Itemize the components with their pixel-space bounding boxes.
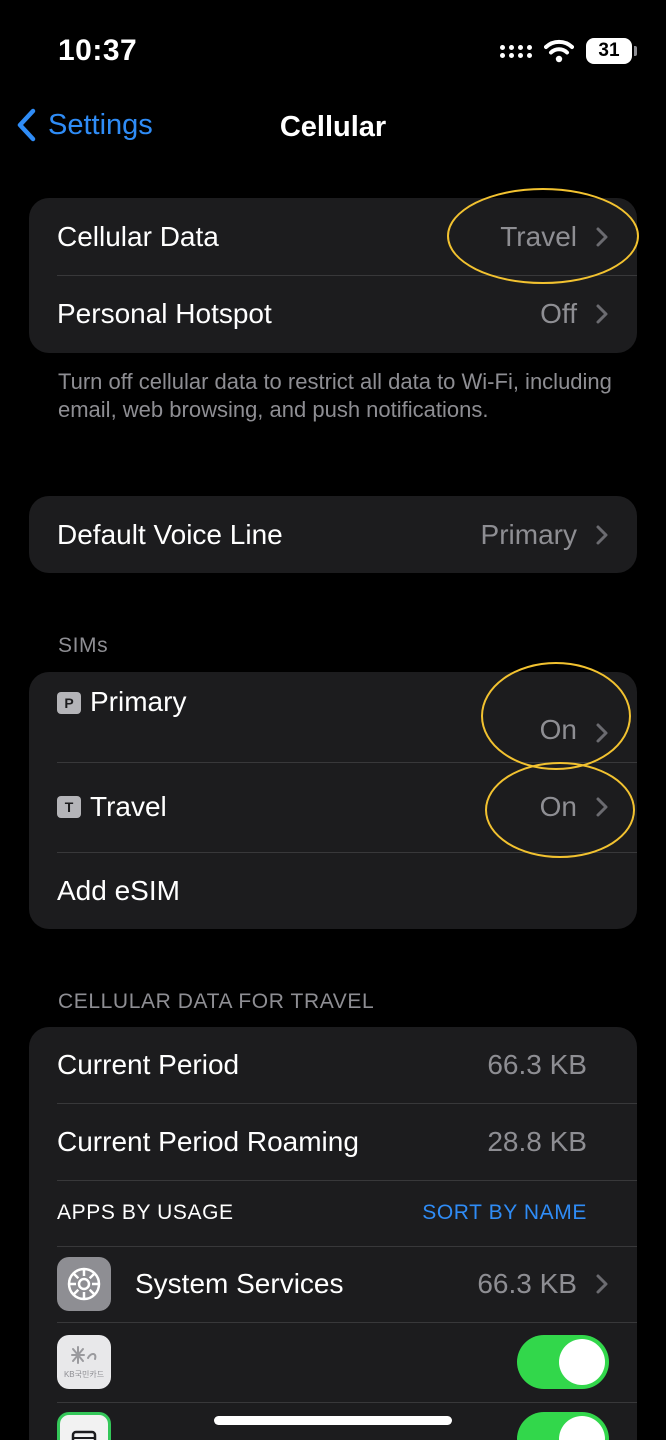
status-time: 10:37 xyxy=(58,34,138,67)
personal-hotspot-label: Personal Hotspot xyxy=(57,298,272,329)
sim-row-travel[interactable]: T Travel On xyxy=(29,762,637,852)
app-cellular-toggle[interactable] xyxy=(517,1412,609,1440)
cellular-data-label: Cellular Data xyxy=(57,220,219,252)
app-icon xyxy=(57,1412,111,1440)
personal-hotspot-row[interactable]: Personal Hotspot Off xyxy=(29,275,637,353)
wifi-icon xyxy=(544,39,574,63)
sim-label: Travel xyxy=(90,791,167,822)
sim-label: Primary xyxy=(90,686,187,717)
chevron-right-icon xyxy=(596,525,608,544)
sims-group: P Primary On T Travel On Add eSIM xyxy=(29,672,637,929)
add-esim-button[interactable]: Add eSIM xyxy=(57,875,609,907)
chevron-right-icon xyxy=(596,227,608,246)
default-voice-line-label: Default Voice Line xyxy=(57,518,283,550)
app-cellular-toggle[interactable] xyxy=(517,1335,609,1389)
usage-group: Current Period 66.3 KB Current Period Ro… xyxy=(29,1027,637,1440)
sim-badge-icon: T xyxy=(57,796,81,818)
roaming-label: Current Period Roaming xyxy=(57,1125,359,1157)
sim-badge-icon: P xyxy=(57,692,81,714)
cellular-data-value: Travel xyxy=(500,220,577,252)
sort-by-name-button[interactable]: SORT BY NAME xyxy=(422,1201,587,1225)
page-title: Cellular xyxy=(279,111,387,143)
gear-icon xyxy=(57,1257,111,1311)
roaming-row: Current Period Roaming 28.8 KB xyxy=(29,1103,637,1180)
roaming-value: 28.8 KB xyxy=(487,1125,587,1157)
app-name: System Services xyxy=(135,1268,344,1299)
cellular-data-row[interactable]: Cellular Data Travel xyxy=(29,198,637,275)
current-period-label: Current Period xyxy=(57,1049,240,1080)
sim-status: On xyxy=(539,714,577,745)
apps-by-usage-row: APPS BY USAGE SORT BY NAME xyxy=(29,1180,637,1246)
personal-hotspot-value: Off xyxy=(540,298,577,329)
battery-level: 31 xyxy=(598,40,620,61)
chevron-right-icon xyxy=(596,797,608,817)
chevron-right-icon xyxy=(596,723,608,743)
cellular-data-footnote: Turn off cellular data to restrict all d… xyxy=(58,369,612,422)
app-row-kb-card: KB국민카드 xyxy=(29,1322,637,1402)
app-usage: 66.3 KB xyxy=(477,1268,577,1299)
current-period-row: Current Period 66.3 KB xyxy=(29,1027,637,1103)
sim-row-primary[interactable]: P Primary On xyxy=(29,672,637,762)
data-settings-group: Cellular Data Travel Personal Hotspot Of… xyxy=(29,198,637,353)
chevron-right-icon xyxy=(596,1274,608,1294)
usage-section-header: CELLULAR DATA FOR TRAVEL xyxy=(58,990,375,1013)
default-voice-line-value: Primary xyxy=(480,518,577,550)
add-esim-row[interactable]: Add eSIM xyxy=(29,852,637,929)
sims-section-header: SIMs xyxy=(58,634,109,657)
voice-line-group: Default Voice Line Primary xyxy=(29,496,637,573)
status-icons: 31 xyxy=(500,38,637,64)
kb-card-app-icon: KB국민카드 xyxy=(57,1335,111,1389)
current-period-value: 66.3 KB xyxy=(487,1049,587,1080)
home-indicator[interactable] xyxy=(214,1416,452,1425)
default-voice-line-row[interactable]: Default Voice Line Primary xyxy=(29,496,637,573)
apps-by-usage-label: APPS BY USAGE xyxy=(57,1201,234,1224)
app-row-system-services[interactable]: System Services 66.3 KB xyxy=(29,1246,637,1322)
kb-card-app-icon-text: KB국민카드 xyxy=(63,1370,105,1379)
battery-icon: 31 xyxy=(586,38,637,64)
signal-dots-icon xyxy=(500,44,532,58)
chevron-right-icon xyxy=(596,304,608,324)
sim-status: On xyxy=(539,791,577,822)
